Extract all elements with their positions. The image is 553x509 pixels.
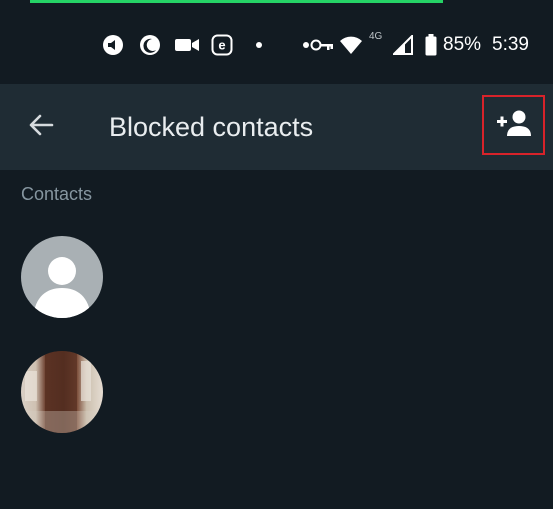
screen: e 4G 85% 5:39 Blocked contacts Contacts xyxy=(0,0,553,509)
dot-icon xyxy=(302,34,310,56)
add-blocked-contact-button[interactable] xyxy=(482,95,545,155)
key-icon xyxy=(310,34,334,56)
cell-signal-icon xyxy=(392,34,414,56)
default-avatar-icon xyxy=(21,236,103,318)
status-time: 5:39 xyxy=(492,34,529,55)
arrow-left-icon xyxy=(28,113,54,142)
network-type-label: 4G xyxy=(369,31,383,42)
contact-photo-avatar xyxy=(21,351,103,433)
svg-text:e: e xyxy=(218,38,225,53)
blocked-contact-row[interactable] xyxy=(0,351,553,447)
blocked-contact-row[interactable] xyxy=(0,236,553,332)
add-person-icon xyxy=(495,109,533,142)
status-bar: e 4G 85% 5:39 xyxy=(0,24,553,70)
battery-percent: 85% xyxy=(443,34,482,55)
dot-icon xyxy=(254,34,264,56)
page-title: Blocked contacts xyxy=(109,112,314,142)
volume-icon xyxy=(102,34,124,56)
back-button[interactable] xyxy=(22,108,60,146)
battery-icon xyxy=(424,34,438,56)
e-app-icon: e xyxy=(211,34,233,56)
section-label-contacts: Contacts xyxy=(21,184,93,204)
wifi-icon xyxy=(339,34,363,56)
top-green-line xyxy=(30,0,443,3)
video-icon xyxy=(174,34,200,56)
app-bar: Blocked contacts xyxy=(0,84,553,170)
moon-icon xyxy=(139,34,161,56)
